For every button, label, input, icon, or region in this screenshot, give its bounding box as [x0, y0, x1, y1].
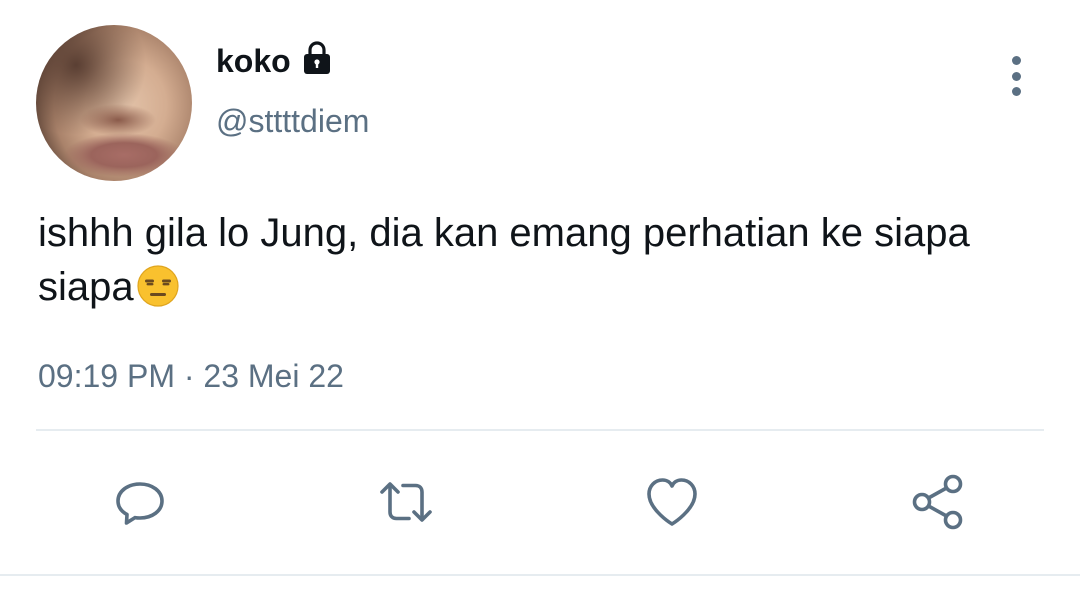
avatar[interactable] [36, 25, 192, 181]
tweet-timestamp[interactable]: 09:19 PM · 23 Mei 22 [38, 357, 344, 395]
heart-icon [647, 478, 697, 526]
expressionless-face-emoji-icon [136, 264, 180, 308]
like-button[interactable] [640, 470, 704, 534]
reply-button[interactable] [108, 470, 172, 534]
tweet-time: 09:19 PM [38, 358, 175, 394]
display-name[interactable]: koko [216, 41, 291, 81]
bottom-divider [0, 574, 1080, 576]
comment-icon [116, 482, 164, 525]
tweet-card: koko @sttttdiem ishhh gila lo Jung, dia … [0, 0, 1080, 594]
author-name-row: koko [216, 41, 335, 81]
more-dot-icon [1011, 87, 1021, 96]
retweet-button[interactable] [374, 470, 438, 534]
user-handle[interactable]: @sttttdiem [216, 102, 369, 140]
share-icon [912, 474, 963, 530]
tweet-body: ishhh gila lo Jung, dia kan emang perhat… [38, 206, 1038, 314]
more-options-button[interactable] [996, 52, 1036, 100]
meta-separator: · [183, 358, 195, 394]
more-dot-icon [1011, 56, 1021, 65]
action-bar [0, 470, 1080, 534]
share-button[interactable] [906, 470, 970, 534]
divider [36, 429, 1044, 431]
tweet-date: 23 Mei 22 [203, 358, 344, 394]
more-dot-icon [1011, 71, 1021, 81]
retweet-icon [380, 482, 432, 522]
lock-icon [299, 40, 335, 76]
